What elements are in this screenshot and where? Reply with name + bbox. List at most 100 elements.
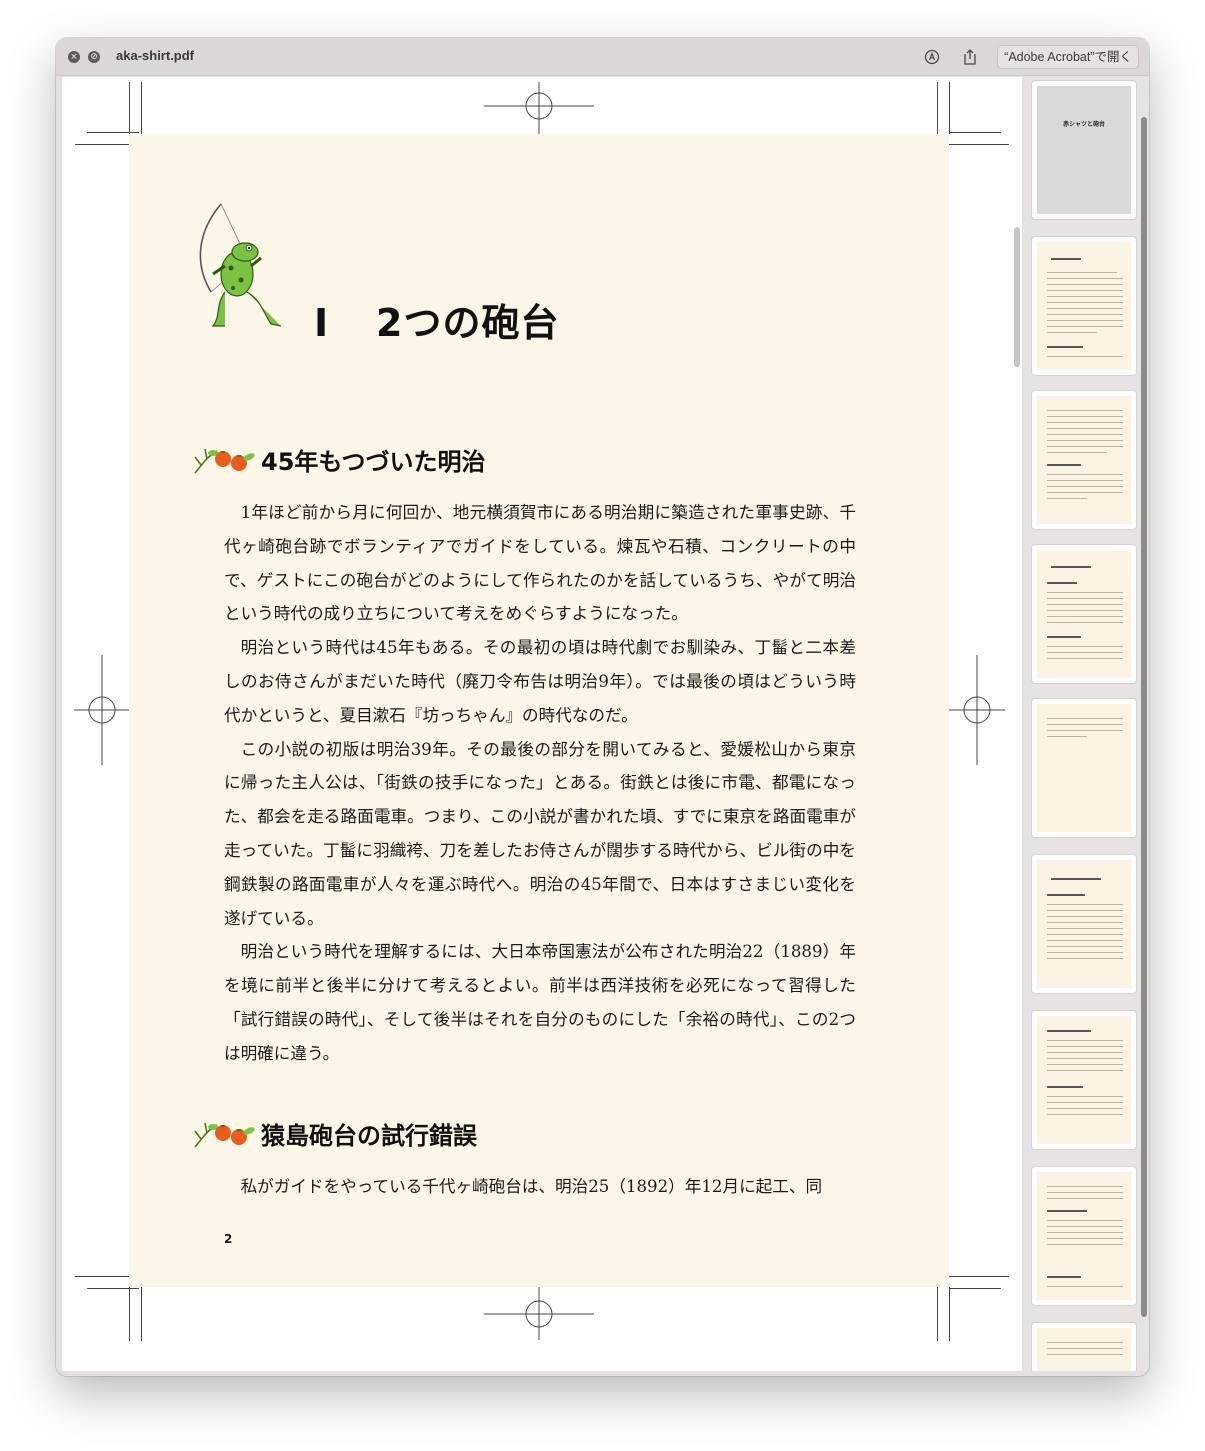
thumbnail-line bbox=[1047, 1232, 1123, 1233]
thumbnail-line bbox=[1047, 952, 1123, 953]
thumbnail-page bbox=[1037, 860, 1131, 988]
thumbnail-line bbox=[1047, 1058, 1123, 1059]
thumbnail-line bbox=[1047, 416, 1123, 417]
thumbnail-sidebar[interactable]: 赤シャツと砲台 bbox=[1022, 77, 1149, 1371]
thumbnail-line bbox=[1047, 1052, 1123, 1053]
thumbnail-line bbox=[1047, 326, 1123, 327]
fullscreen-icon[interactable]: ⊘ bbox=[88, 51, 100, 63]
thumbnail-heading bbox=[1047, 894, 1085, 896]
thumbnail-line bbox=[1047, 598, 1123, 599]
thumbnail-heading bbox=[1047, 346, 1083, 348]
thumbnail-line bbox=[1047, 1040, 1123, 1041]
thumbnail-line bbox=[1047, 604, 1123, 605]
close-icon[interactable]: × bbox=[68, 51, 80, 63]
thumbnail-line bbox=[1047, 1096, 1123, 1097]
crop-mark bbox=[87, 1288, 139, 1289]
thumbnail-line bbox=[1047, 320, 1123, 321]
thumbnail-heading bbox=[1047, 1276, 1081, 1278]
thumbnail-line bbox=[1047, 1114, 1123, 1115]
paragraph: 明治という時代を理解するには、大日本帝国憲法が公布された明治22（1889）年を… bbox=[224, 942, 856, 1063]
page-thumbnail[interactable] bbox=[1032, 545, 1136, 683]
crop-mark bbox=[87, 132, 139, 133]
thumbnail-line bbox=[1047, 296, 1123, 297]
thumbnail-line bbox=[1047, 278, 1123, 279]
thumbnail-line bbox=[1047, 1102, 1123, 1103]
section-heading: 猿島砲台の試行錯誤 bbox=[191, 1116, 477, 1151]
markup-icon[interactable] bbox=[922, 47, 942, 67]
thumbnail-page bbox=[1037, 1172, 1131, 1300]
thumbnail-line bbox=[1047, 302, 1123, 303]
thumbnail-line bbox=[1047, 474, 1123, 475]
thumbnail-line bbox=[1047, 440, 1123, 441]
thumbnail-line bbox=[1047, 922, 1123, 923]
thumbnail-line bbox=[1047, 736, 1087, 737]
thumbnail-line bbox=[1047, 910, 1123, 911]
thumbnail-line bbox=[1047, 1238, 1123, 1239]
share-icon[interactable] bbox=[960, 47, 980, 67]
thumbnail-line bbox=[1047, 498, 1087, 499]
page-thumbnail[interactable] bbox=[1032, 699, 1136, 837]
thumbnail-heading bbox=[1051, 878, 1101, 880]
thumbnail-line bbox=[1047, 410, 1123, 411]
page-thumbnail[interactable] bbox=[1032, 391, 1136, 529]
thumbnail-line bbox=[1047, 428, 1123, 429]
open-in-acrobat-button[interactable]: “Adobe Acrobat”で開く bbox=[997, 45, 1139, 69]
sidebar-scrollbar[interactable] bbox=[1141, 117, 1147, 1317]
page-number: 2 bbox=[224, 1232, 233, 1246]
thumbnail-line bbox=[1047, 356, 1123, 357]
persimmon-icon bbox=[194, 448, 255, 473]
section-heading: 45年もつづいた明治 bbox=[191, 442, 485, 477]
thumbnail-page bbox=[1037, 1016, 1131, 1144]
thumbnail-line bbox=[1047, 308, 1123, 309]
thumbnail-line bbox=[1047, 1226, 1123, 1227]
page-thumbnail[interactable]: 赤シャツと砲台 bbox=[1032, 81, 1136, 219]
thumbnail-line bbox=[1047, 1070, 1123, 1071]
thumbnail-line bbox=[1047, 284, 1123, 285]
page-thumbnail[interactable] bbox=[1032, 237, 1136, 375]
thumbnail-line bbox=[1047, 434, 1123, 435]
document-view[interactable]: Ⅰ 2つの砲台 45年もつづいた明治 1年ほど前から月に何回か、地元横須賀市にある… bbox=[62, 77, 1022, 1371]
thumbnail-line bbox=[1047, 1186, 1123, 1187]
thumbnail-line bbox=[1047, 1342, 1123, 1343]
thumbnail-line bbox=[1047, 422, 1123, 423]
thumbnail-line bbox=[1047, 592, 1123, 593]
pdf-page: Ⅰ 2つの砲台 45年もつづいた明治 1年ほど前から月に何回か、地元横須賀市にある… bbox=[129, 134, 949, 1287]
document-scrollbar[interactable] bbox=[1014, 227, 1020, 367]
page-thumbnail[interactable] bbox=[1032, 855, 1136, 993]
body-text-section-1: 1年ほど前から月に何回か、地元横須賀市にある明治期に築造された軍事史跡、千代ヶ崎… bbox=[224, 496, 856, 1071]
thumbnail-line bbox=[1047, 446, 1123, 447]
page-thumbnail[interactable] bbox=[1032, 1167, 1136, 1305]
thumbnail-line bbox=[1047, 916, 1123, 917]
thumbnail-line bbox=[1047, 616, 1123, 617]
crop-mark bbox=[75, 144, 135, 145]
paragraph: 明治という時代は45年もある。その最初の頃は時代劇でお馴染み、丁髷と二本差しのお… bbox=[224, 638, 856, 725]
thumbnail-line bbox=[1047, 486, 1123, 487]
registration-mark-left bbox=[74, 655, 130, 765]
crop-mark bbox=[75, 1276, 135, 1277]
thumbnail-line bbox=[1047, 904, 1123, 905]
thumbnail-line bbox=[1047, 492, 1123, 493]
thumbnail-line bbox=[1047, 646, 1123, 647]
thumbnail-line bbox=[1047, 1192, 1123, 1193]
crop-mark bbox=[949, 1287, 950, 1341]
thumbnail-line bbox=[1047, 940, 1123, 941]
thumbnail-page: 赤シャツと砲台 bbox=[1037, 86, 1131, 214]
crop-mark bbox=[129, 82, 130, 134]
page-thumbnail[interactable] bbox=[1032, 1323, 1136, 1371]
thumbnail-line bbox=[1047, 1046, 1123, 1047]
crop-mark bbox=[949, 1288, 1001, 1289]
thumbnail-line bbox=[1047, 1198, 1123, 1199]
thumbnail-line bbox=[1047, 290, 1123, 291]
thumbnail-line bbox=[1047, 1244, 1123, 1245]
window-title: aka-shirt.pdf bbox=[116, 48, 195, 63]
thumbnail-line bbox=[1047, 332, 1097, 333]
title-bar: × ⊘ aka-shirt.pdf “Adobe Acrobat”で開く bbox=[56, 38, 1149, 76]
thumbnail-heading bbox=[1051, 566, 1091, 568]
thumbnail-line bbox=[1047, 1354, 1123, 1355]
thumbnail-page bbox=[1037, 242, 1131, 370]
paragraph: 1年ほど前から月に何回か、地元横須賀市にある明治期に築造された軍事史跡、千代ヶ崎… bbox=[224, 503, 856, 624]
paragraph: 私がガイドをやっている千代ヶ崎砲台は、明治25（1892）年12月に起工、同 bbox=[240, 1177, 823, 1196]
thumbnail-line bbox=[1047, 480, 1123, 481]
page-thumbnail[interactable] bbox=[1032, 1011, 1136, 1149]
thumbnail-heading bbox=[1047, 636, 1081, 638]
